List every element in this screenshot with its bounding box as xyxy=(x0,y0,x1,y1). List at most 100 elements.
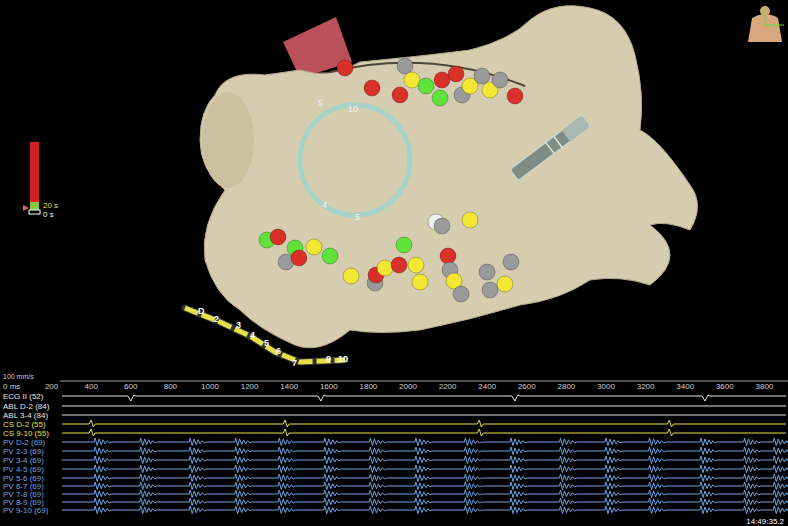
lasso-catheter[interactable] xyxy=(300,105,410,215)
ablation-catheter-icon[interactable] xyxy=(510,115,590,180)
lasso-label: 4 xyxy=(322,200,327,210)
axis-tick: 3800 xyxy=(756,382,774,391)
trace-canvas: 100 mm/s 0 ms 200 400 600 800 1000 1200 1400 1600… xyxy=(0,372,788,526)
channel-label: PV 9-10 (69) xyxy=(3,506,49,515)
cs-electrode-label: 7 xyxy=(292,358,297,368)
ablation-point[interactable] xyxy=(503,254,519,270)
ablation-point[interactable] xyxy=(270,229,286,245)
channel-label: PV 2-3 (69) xyxy=(3,447,44,456)
axis-tick: 600 xyxy=(124,382,138,391)
axis-tick: 0 ms xyxy=(3,382,20,391)
timestamp: 14:49:35.2 xyxy=(746,517,784,526)
lasso-label: 10 xyxy=(348,104,358,114)
ablation-point[interactable] xyxy=(291,250,307,266)
cs-electrode-label: 3 xyxy=(236,320,241,330)
scale-bar xyxy=(30,142,39,202)
left-atrium[interactable] xyxy=(200,6,698,348)
channel-trace xyxy=(62,447,788,455)
ablation-point[interactable] xyxy=(391,257,407,273)
scale-bar-fill xyxy=(30,202,39,210)
axis-tick: 400 xyxy=(85,382,99,391)
ablation-point[interactable] xyxy=(448,66,464,82)
scale-min: 0 s xyxy=(43,210,54,219)
axis-tick: 1400 xyxy=(280,382,298,391)
channel-label: PV D-2 (69) xyxy=(3,438,46,447)
map-canvas[interactable]: 10554D23456791020 s0 s xyxy=(0,0,788,372)
axis-tick: 3600 xyxy=(716,382,734,391)
axis-tick: 2200 xyxy=(439,382,457,391)
axis-tick: 2000 xyxy=(399,382,417,391)
channel-trace xyxy=(62,482,788,490)
ablation-point[interactable] xyxy=(434,218,450,234)
axis-tick: 800 xyxy=(164,382,178,391)
ablation-point[interactable] xyxy=(412,274,428,290)
channel-label: ECG II (52) xyxy=(3,392,44,401)
ablation-point[interactable] xyxy=(392,87,408,103)
ablation-point[interactable] xyxy=(462,212,478,228)
lasso-label: 5 xyxy=(318,98,323,108)
ablation-point[interactable] xyxy=(482,282,498,298)
channel-trace xyxy=(62,506,788,514)
channel-label: ABL D-2 (84) xyxy=(3,402,50,411)
ablation-point[interactable] xyxy=(396,237,412,253)
lasso-label: 5 xyxy=(355,212,360,222)
channel-trace xyxy=(62,395,786,401)
ablation-point[interactable] xyxy=(474,68,490,84)
axis-tick: 1800 xyxy=(360,382,378,391)
channel-trace xyxy=(62,490,788,498)
ablation-point[interactable] xyxy=(322,248,338,264)
ablation-point[interactable] xyxy=(492,72,508,88)
sweep-speed: 100 mm/s xyxy=(3,373,34,380)
channel-trace xyxy=(62,456,788,464)
ablation-point[interactable] xyxy=(408,257,424,273)
channel-label: PV 4-5 (69) xyxy=(3,465,44,474)
ablation-point[interactable] xyxy=(337,60,353,76)
axis-tick: 1600 xyxy=(320,382,338,391)
ablation-point[interactable] xyxy=(440,248,456,264)
axis-tick: 3000 xyxy=(597,382,615,391)
channel-label: CS D-2 (55) xyxy=(3,420,46,429)
ablation-point[interactable] xyxy=(397,58,413,74)
axis-tick: 2800 xyxy=(558,382,576,391)
channel-trace xyxy=(62,406,786,407)
cs-catheter-icon[interactable] xyxy=(185,308,345,362)
map-view[interactable]: 10554D23456791020 s0 s xyxy=(0,0,788,372)
cs-catheter-electrodes xyxy=(185,308,345,362)
ablation-point[interactable] xyxy=(377,260,393,276)
cs-electrode-label: 9 xyxy=(326,354,331,364)
channel-trace xyxy=(62,498,788,506)
cs-electrode-label: 6 xyxy=(276,346,281,356)
cs-electrode-label: 4 xyxy=(250,330,255,340)
ablation-point[interactable] xyxy=(497,276,513,292)
axis-tick: 3400 xyxy=(676,382,694,391)
axis-tick: 3200 xyxy=(637,382,655,391)
scale-max: 20 s xyxy=(43,201,58,210)
axis-tick: 200 xyxy=(45,382,59,391)
ablation-point[interactable] xyxy=(364,80,380,96)
torso-icon xyxy=(748,6,784,42)
ablation-point[interactable] xyxy=(479,264,495,280)
vein-ostium xyxy=(202,92,254,188)
channel-trace xyxy=(62,465,788,473)
trace-panel: 100 mm/s 0 ms 200 400 600 800 1000 1200 1400 1600… xyxy=(0,372,788,526)
ablation-point[interactable] xyxy=(432,90,448,106)
ablation-point[interactable] xyxy=(507,88,523,104)
channel-trace xyxy=(62,415,786,416)
channel-trace xyxy=(62,420,786,427)
channel-label: ABL 3-4 (84) xyxy=(3,411,48,420)
channel-label: PV 3-4 (69) xyxy=(3,456,44,465)
ablation-point[interactable] xyxy=(306,239,322,255)
ablation-point[interactable] xyxy=(343,268,359,284)
cs-electrode-label: 10 xyxy=(338,354,348,364)
cs-electrode-label: D xyxy=(198,306,205,316)
cs-electrode-label: 2 xyxy=(214,314,219,324)
ablation-point[interactable] xyxy=(453,286,469,302)
axis-tick: 2600 xyxy=(518,382,536,391)
scale-bar-base xyxy=(29,210,40,214)
scale-marker-icon xyxy=(23,205,29,211)
channel-label: CS 9-10 (55) xyxy=(3,429,49,438)
axis-tick: 1000 xyxy=(201,382,219,391)
axis-tick: 1200 xyxy=(241,382,259,391)
ablation-point[interactable] xyxy=(418,78,434,94)
appendage xyxy=(283,17,352,78)
